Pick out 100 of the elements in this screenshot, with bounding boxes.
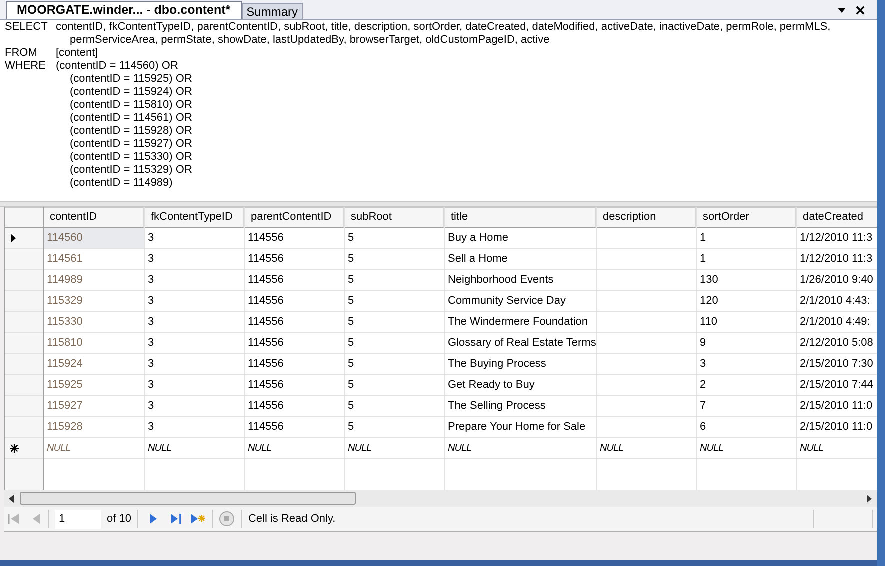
table-cell-text: 5 <box>348 356 354 372</box>
table-cell-text: 114556 <box>248 294 284 309</box>
status-text: Cell is Read Only. <box>248 512 336 527</box>
table-cell-text: 1/26/2010 9:40 <box>800 272 874 288</box>
null-cell-text: NULL <box>348 442 372 456</box>
scroll-left-icon[interactable] <box>7 494 17 504</box>
scrollbar-thumb[interactable] <box>20 492 356 505</box>
table-cell-text: 110 <box>700 314 718 330</box>
horizontal-scrollbar[interactable] <box>4 490 877 507</box>
column-header[interactable]: subRoot <box>345 207 444 228</box>
record-number-field[interactable]: 1 <box>55 510 101 528</box>
table-cell-text: 130 <box>700 272 718 288</box>
table-cell-text: 6 <box>700 420 706 435</box>
current-row-icon <box>10 234 18 242</box>
table-cell-text: Get Ready to Buy <box>448 378 535 393</box>
sql-clause: (contentID = 115924) OR <box>70 86 192 99</box>
table-cell-text: 114556 <box>248 356 284 372</box>
table-cell-text: 1/12/2010 11:3 <box>800 252 873 267</box>
table-cell-text: Prepare Your Home for Sale <box>448 420 586 435</box>
table-cell-text: 5 <box>348 230 354 246</box>
table-cell-text: 120 <box>700 294 718 309</box>
table-cell-text: 115330 <box>47 314 83 330</box>
sql-keyword: SELECT <box>5 21 49 34</box>
column-header[interactable]: parentContentID <box>245 207 344 228</box>
table-cell-text: 5 <box>348 336 354 351</box>
table-cell-text: 115924 <box>47 356 83 372</box>
null-cell-text: NULL <box>600 442 624 456</box>
table-cell-text: 5 <box>348 272 354 288</box>
sql-clause: (contentID = 115925) OR <box>70 73 192 86</box>
last-record-icon[interactable] <box>170 513 182 525</box>
table-cell-text: Neighborhood Events <box>448 272 554 288</box>
sql-clause: contentID, fkContentTypeID, parentContentID, subRoot, title, description, sortOrder, dateCreated, dateModified, activeDate, inactiveDate, permRole, permMLS, <box>56 21 831 34</box>
table-cell-text: 114556 <box>248 378 284 393</box>
table-cell-text: 1 <box>700 230 706 246</box>
table-cell-text: 114989 <box>47 272 83 288</box>
table-cell-text: 3 <box>148 230 154 246</box>
table-cell-text: 115810 <box>47 336 83 351</box>
column-header[interactable]: dateCreated <box>797 207 877 228</box>
table-cell-text: 2 <box>700 378 706 393</box>
sql-clause: (contentID = 115330) OR <box>70 151 192 164</box>
dropdown-icon[interactable] <box>838 8 846 13</box>
table-cell-text: Glossary of Real Estate Terms <box>448 336 596 351</box>
sql-keyword: WHERE <box>5 60 47 73</box>
previous-record-icon[interactable] <box>32 513 42 525</box>
table-cell-text: 3 <box>148 336 154 351</box>
table-cell-text: 5 <box>348 294 354 309</box>
column-header[interactable]: fkContentTypeID <box>145 207 244 228</box>
table-cell-text: 115925 <box>47 378 83 393</box>
column-header[interactable]: title <box>445 207 596 228</box>
table-cell-text: The Windermere Foundation <box>448 314 588 330</box>
table-cell-text: 114556 <box>248 336 284 351</box>
table-cell-text: 2/15/2010 11:0 <box>800 398 873 414</box>
table-cell-text: 2/1/2010 4:43: <box>800 294 870 309</box>
sql-clause: (contentID = 114560) OR <box>56 60 178 73</box>
record-count: of 10 <box>107 512 132 527</box>
table-cell-text: 3 <box>148 420 154 435</box>
new-row-icon <box>10 444 19 452</box>
column-header[interactable]: sortOrder <box>697 207 796 228</box>
sql-clause: (contentID = 114989) <box>70 177 173 190</box>
document-tab[interactable]: MOORGATE.winder... - dbo.content* <box>6 1 242 19</box>
table-cell-text: Sell a Home <box>448 252 508 267</box>
table-cell-text: 114556 <box>248 252 284 267</box>
table-cell-text: 5 <box>348 378 354 393</box>
sql-clause: (contentID = 115928) OR <box>70 125 192 138</box>
column-header[interactable]: contentID <box>44 207 144 228</box>
table-cell-text: 3 <box>700 356 706 372</box>
column-header[interactable]: description <box>597 207 696 228</box>
next-record-icon[interactable] <box>148 513 158 525</box>
document-tab[interactable]: Summary <box>242 3 303 19</box>
sql-clause: (contentID = 115810) OR <box>70 99 192 112</box>
table-cell-text: 9 <box>700 336 706 351</box>
table-cell-text: 3 <box>148 252 154 267</box>
table-cell-text: The Buying Process <box>448 356 546 372</box>
table-cell-text: Buy a Home <box>448 230 509 246</box>
stop-icon[interactable] <box>219 511 236 527</box>
table-cell-text: 2/15/2010 7:30 <box>800 356 874 372</box>
table-cell-text: 114556 <box>248 230 284 246</box>
table-cell-text: 115928 <box>47 420 83 435</box>
table-cell-text: 5 <box>348 314 354 330</box>
table-cell-text: 3 <box>148 294 154 309</box>
new-record-icon[interactable] <box>190 513 206 525</box>
table-cell-text: 3 <box>148 398 154 414</box>
first-record-icon[interactable] <box>8 513 20 525</box>
pane-splitter[interactable] <box>0 201 877 207</box>
table-cell-text: 115927 <box>47 398 83 414</box>
table-cell-text: 1 <box>700 252 706 267</box>
table-cell-text: 114556 <box>248 314 284 330</box>
table-cell-text: 5 <box>348 420 354 435</box>
null-cell-text: NULL <box>148 442 172 456</box>
table-cell-text: The Selling Process <box>448 398 546 414</box>
null-cell-text: NULL <box>800 442 824 456</box>
close-icon[interactable] <box>856 6 865 15</box>
table-cell-text: 114556 <box>248 398 284 414</box>
sql-clause: (contentID = 115329) OR <box>70 164 192 177</box>
table-cell-text: 5 <box>348 398 354 414</box>
table-cell-text: 2/15/2010 11:0 <box>800 420 873 435</box>
scroll-right-icon[interactable] <box>864 494 874 504</box>
sql-clause: (contentID = 115927) OR <box>70 138 192 151</box>
table-cell-text: 115329 <box>47 294 83 309</box>
sql-clause: [content] <box>56 47 98 60</box>
